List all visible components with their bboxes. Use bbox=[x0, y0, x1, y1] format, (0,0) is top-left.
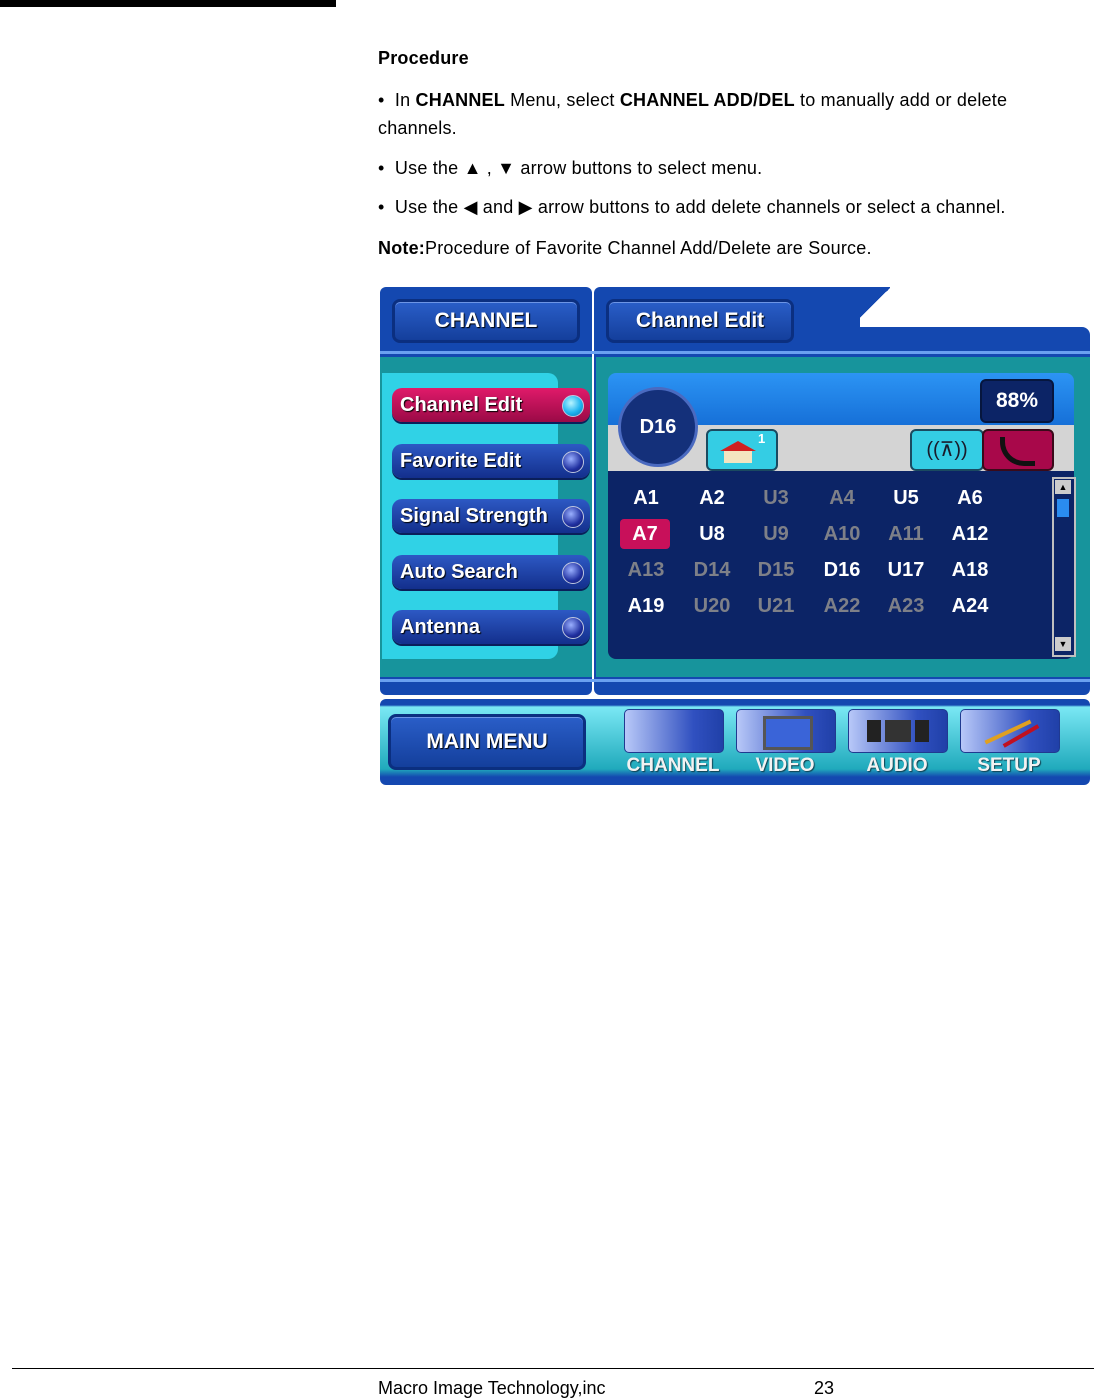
channel-cell[interactable]: A1 bbox=[616, 483, 676, 513]
orb-icon bbox=[562, 451, 584, 473]
channel-cell[interactable]: U17 bbox=[876, 555, 936, 585]
channel-cell[interactable]: A2 bbox=[682, 483, 742, 513]
menu-item-favorite-edit[interactable]: Favorite Edit bbox=[392, 444, 590, 478]
right-arrow-icon: ▶ bbox=[518, 197, 533, 217]
stereo-icon[interactable] bbox=[848, 709, 948, 753]
nav-audio[interactable]: AUDIO bbox=[840, 755, 954, 777]
remote-control-icon[interactable] bbox=[624, 709, 724, 753]
nav-setup[interactable]: SETUP bbox=[952, 755, 1066, 777]
channel-cell[interactable]: D16 bbox=[812, 555, 872, 585]
channel-cell[interactable]: A6 bbox=[940, 483, 1000, 513]
channel-cell[interactable]: A18 bbox=[940, 555, 1000, 585]
scrollbar[interactable]: ▲ ▼ bbox=[1052, 477, 1076, 657]
note: Note:Procedure of Favorite Channel Add/D… bbox=[378, 238, 872, 258]
top-rule bbox=[0, 0, 336, 7]
bullet-1-continuation: channels. bbox=[378, 118, 457, 138]
footer-rule bbox=[12, 1368, 1094, 1369]
channel-cell[interactable]: A10 bbox=[812, 519, 872, 549]
broadcast-tower-icon[interactable]: ((⊼)) bbox=[910, 429, 984, 471]
channel-cell[interactable]: U21 bbox=[746, 591, 806, 621]
orb-icon bbox=[562, 395, 584, 417]
bullet-2: • Use the ▲ , ▼ arrow buttons to select … bbox=[378, 158, 763, 178]
channel-cell[interactable]: A4 bbox=[812, 483, 872, 513]
channel-grid: A1 A2 U3 A4 U5 A6 A7 U8 U9 A10 A11 A12 A13 D14 D15 D16 U… bbox=[616, 483, 1056, 623]
left-arrow-icon: ◀ bbox=[463, 197, 478, 217]
channel-header: CHANNEL bbox=[392, 299, 580, 343]
menu-item-auto-search[interactable]: Auto Search bbox=[392, 555, 590, 589]
channel-cell[interactable]: A22 bbox=[812, 591, 872, 621]
channel-cell[interactable]: A24 bbox=[940, 591, 1000, 621]
menu-item-channel-edit[interactable]: Channel Edit bbox=[392, 388, 590, 422]
nav-channel[interactable]: CHANNEL bbox=[616, 755, 730, 777]
menu-item-antenna[interactable]: Antenna bbox=[392, 610, 590, 644]
channel-cell[interactable]: A23 bbox=[876, 591, 936, 621]
orb-icon bbox=[562, 562, 584, 584]
orb-icon bbox=[562, 617, 584, 639]
tools-icon[interactable] bbox=[960, 709, 1060, 753]
scroll-up-icon[interactable]: ▲ bbox=[1055, 480, 1071, 494]
divider bbox=[380, 351, 1090, 354]
tv-icon[interactable] bbox=[736, 709, 836, 753]
divider bbox=[380, 679, 1090, 682]
footer-company: Macro Image Technology,inc bbox=[378, 1378, 606, 1398]
cable-icon[interactable] bbox=[982, 429, 1054, 471]
channel-edit-header: Channel Edit bbox=[606, 299, 794, 343]
tab-slope bbox=[850, 287, 890, 329]
procedure-heading: Procedure bbox=[378, 48, 469, 68]
signal-percent: 88% bbox=[980, 379, 1054, 423]
channel-cell[interactable]: D14 bbox=[682, 555, 742, 585]
bullet-3: • Use the ◀ and ▶ arrow buttons to add d… bbox=[378, 197, 1006, 217]
orb-icon bbox=[562, 506, 584, 528]
channel-cell[interactable]: U8 bbox=[682, 519, 742, 549]
scroll-down-icon[interactable]: ▼ bbox=[1055, 637, 1071, 651]
channel-cell[interactable]: A13 bbox=[616, 555, 676, 585]
channel-cell[interactable]: A7 bbox=[620, 519, 670, 549]
main-menu-button[interactable]: MAIN MENU bbox=[388, 714, 586, 770]
nav-video[interactable]: VIDEO bbox=[728, 755, 842, 777]
channel-cell[interactable]: U3 bbox=[746, 483, 806, 513]
channel-cell[interactable]: A11 bbox=[876, 519, 936, 549]
channel-cell[interactable]: A19 bbox=[616, 591, 676, 621]
page-number: 23 bbox=[814, 1378, 835, 1398]
channel-cell[interactable]: U20 bbox=[682, 591, 742, 621]
channel-cell[interactable]: A12 bbox=[940, 519, 1000, 549]
channel-cell[interactable]: U9 bbox=[746, 519, 806, 549]
up-down-arrows-icon: ▲ , ▼ bbox=[463, 158, 516, 178]
osd-screenshot: CHANNEL Channel Edit Channel Edit Favori… bbox=[380, 287, 1090, 787]
menu-item-signal-strength[interactable]: Signal Strength bbox=[392, 499, 590, 533]
channel-cell[interactable]: D15 bbox=[746, 555, 806, 585]
scroll-thumb[interactable] bbox=[1057, 499, 1069, 517]
house-antenna-icon[interactable]: 1 bbox=[706, 429, 778, 471]
bullet-1: • In CHANNEL Menu, select CHANNEL ADD/DE… bbox=[378, 90, 1008, 110]
current-channel-badge: D16 bbox=[618, 387, 698, 467]
channel-cell[interactable]: U5 bbox=[876, 483, 936, 513]
bullet-dot: • bbox=[378, 90, 385, 110]
